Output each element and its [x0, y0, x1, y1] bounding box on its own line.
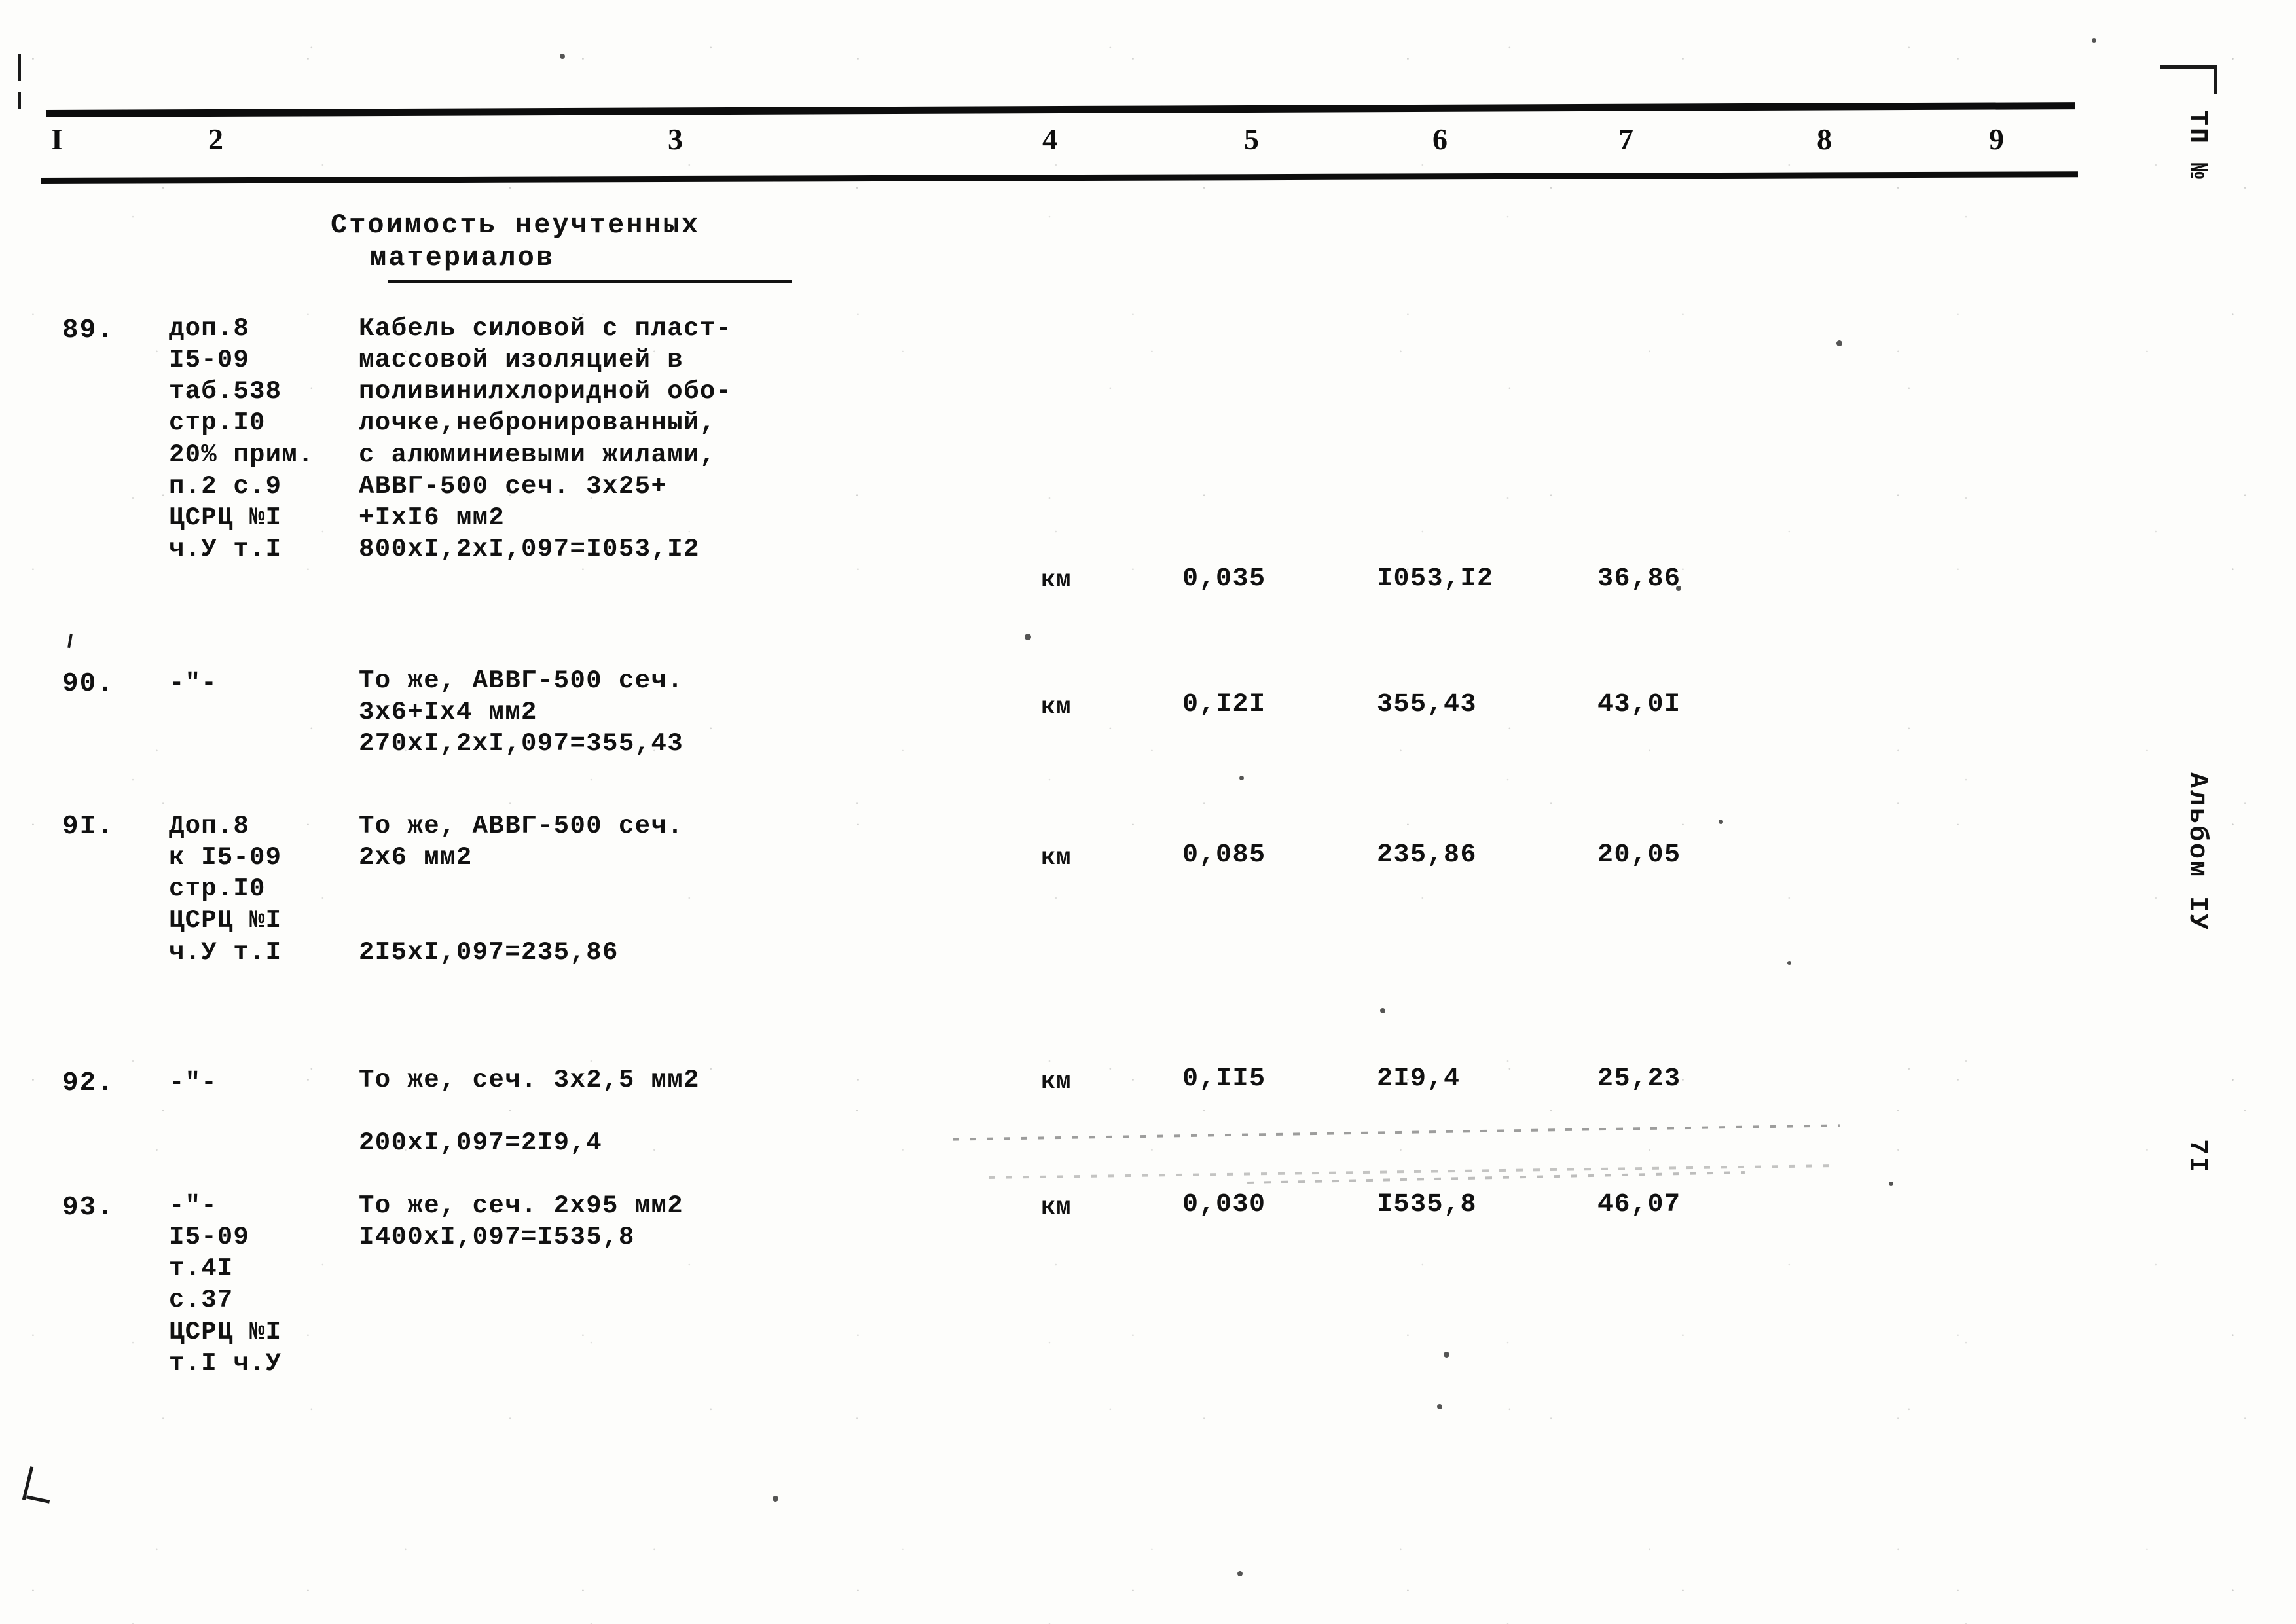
row-description: То же, сеч. 2х95 мм2 I400хI,097=I535,8: [359, 1191, 684, 1252]
scan-speck: [1787, 961, 1791, 965]
row-description: То же, АВВГ-500 сеч. 2х6 мм2 2I5хI,097=2…: [359, 812, 684, 967]
scan-speck: [2092, 38, 2096, 43]
scan-speck: [560, 54, 565, 59]
row-unit: км: [1041, 1068, 1072, 1096]
row-total: 43,0I: [1597, 690, 1681, 719]
row-unit: км: [1041, 694, 1072, 721]
row-reference: -"-: [169, 669, 217, 698]
row-quantity: 0,035: [1182, 564, 1266, 594]
column-header-2: 2: [208, 122, 224, 156]
row-reference: Доп.8 к I5-09 стр.I0 ЦСРЦ №I ч.У т.I: [169, 812, 282, 967]
row-quantity: 0,085: [1182, 840, 1266, 870]
margin-stamp-album: Альбом IУ: [2182, 772, 2212, 932]
scan-edge-speck-left: [67, 633, 73, 649]
scan-speck: [1889, 1182, 1893, 1186]
scanned-page: I 2 3 4 5 6 7 8 9 Стоимость неучтенных м…: [0, 0, 2296, 1624]
column-header-4: 4: [1042, 122, 1058, 156]
row-description: То же, АВВГ-500 сеч. 3х6+Iх4 мм2 270хI,2…: [359, 666, 684, 759]
column-header-5: 5: [1244, 122, 1260, 156]
row-price: 355,43: [1377, 690, 1478, 719]
row-number: 93.: [62, 1193, 115, 1223]
scan-corner-mark-top-right-horizontal: [2160, 65, 2217, 69]
row-reference: -"- I5-09 т.4I с.37 ЦСРЦ №I т.I ч.У: [169, 1191, 282, 1378]
row-total: 46,07: [1597, 1190, 1681, 1219]
row-quantity: 0,030: [1182, 1190, 1266, 1219]
scan-speck: [1380, 1008, 1385, 1013]
column-header-1: I: [51, 122, 64, 156]
table-top-rule: [45, 102, 2075, 117]
row-number: 90.: [62, 669, 115, 699]
section-caption: Стоимость неучтенных материалов: [331, 209, 700, 274]
section-caption-line-2: материалов: [370, 242, 555, 274]
scan-speck: [1025, 634, 1031, 640]
row-total: 20,05: [1597, 840, 1681, 870]
row-unit: км: [1041, 567, 1072, 594]
scan-artifact-line-1: [953, 1124, 1840, 1141]
scan-corner-mark-bottom-left-b: [26, 1495, 50, 1504]
row-reference: доп.8 I5-09 таб.538 стр.I0 20% прим. п.2…: [169, 314, 314, 564]
row-price: I053,I2: [1377, 564, 1494, 594]
row-price: 2I9,4: [1377, 1064, 1461, 1094]
column-header-8: 8: [1817, 122, 1832, 156]
column-header-6: 6: [1432, 122, 1448, 156]
scan-edge-mark-top-left: [18, 54, 21, 81]
row-unit: км: [1041, 1194, 1072, 1221]
scan-speck: [1237, 1571, 1243, 1576]
row-total: 25,23: [1597, 1064, 1681, 1094]
scan-speck: [1437, 1404, 1442, 1409]
row-description: Кабель силовой с пласт- массовой изоляци…: [359, 314, 733, 564]
scan-corner-mark-top-right-vertical: [2214, 65, 2217, 94]
scan-speck: [1836, 340, 1842, 346]
scan-speck: [1444, 1352, 1449, 1358]
section-caption-underline: [388, 280, 792, 283]
row-price: 235,86: [1377, 840, 1478, 870]
row-description: То же, сеч. 3х2,5 мм2 200хI,097=2I9,4: [359, 1066, 700, 1158]
margin-stamp-page-number: 7I: [2182, 1139, 2212, 1175]
table-header-rule: [40, 171, 2078, 184]
scan-speck: [1239, 776, 1244, 780]
scan-speck: [1719, 820, 1723, 824]
row-unit: км: [1041, 844, 1072, 872]
row-number: 9I.: [62, 812, 115, 842]
section-caption-line-1: Стоимость неучтенных: [331, 209, 701, 241]
row-reference: -"-: [169, 1068, 217, 1097]
row-price: I535,8: [1377, 1190, 1478, 1219]
scan-edge-mark-top-left-lower: [18, 92, 21, 109]
row-number: 92.: [62, 1068, 115, 1098]
column-header-7: 7: [1618, 122, 1634, 156]
scan-speck: [773, 1496, 778, 1502]
column-header-9: 9: [1989, 122, 2005, 156]
scan-speck: [1676, 586, 1681, 591]
row-number: 89.: [62, 316, 115, 346]
column-header-3: 3: [668, 122, 683, 156]
row-quantity: 0,I2I: [1182, 690, 1266, 719]
margin-stamp-project-number: ТП №: [2182, 110, 2212, 181]
row-quantity: 0,II5: [1182, 1064, 1266, 1094]
